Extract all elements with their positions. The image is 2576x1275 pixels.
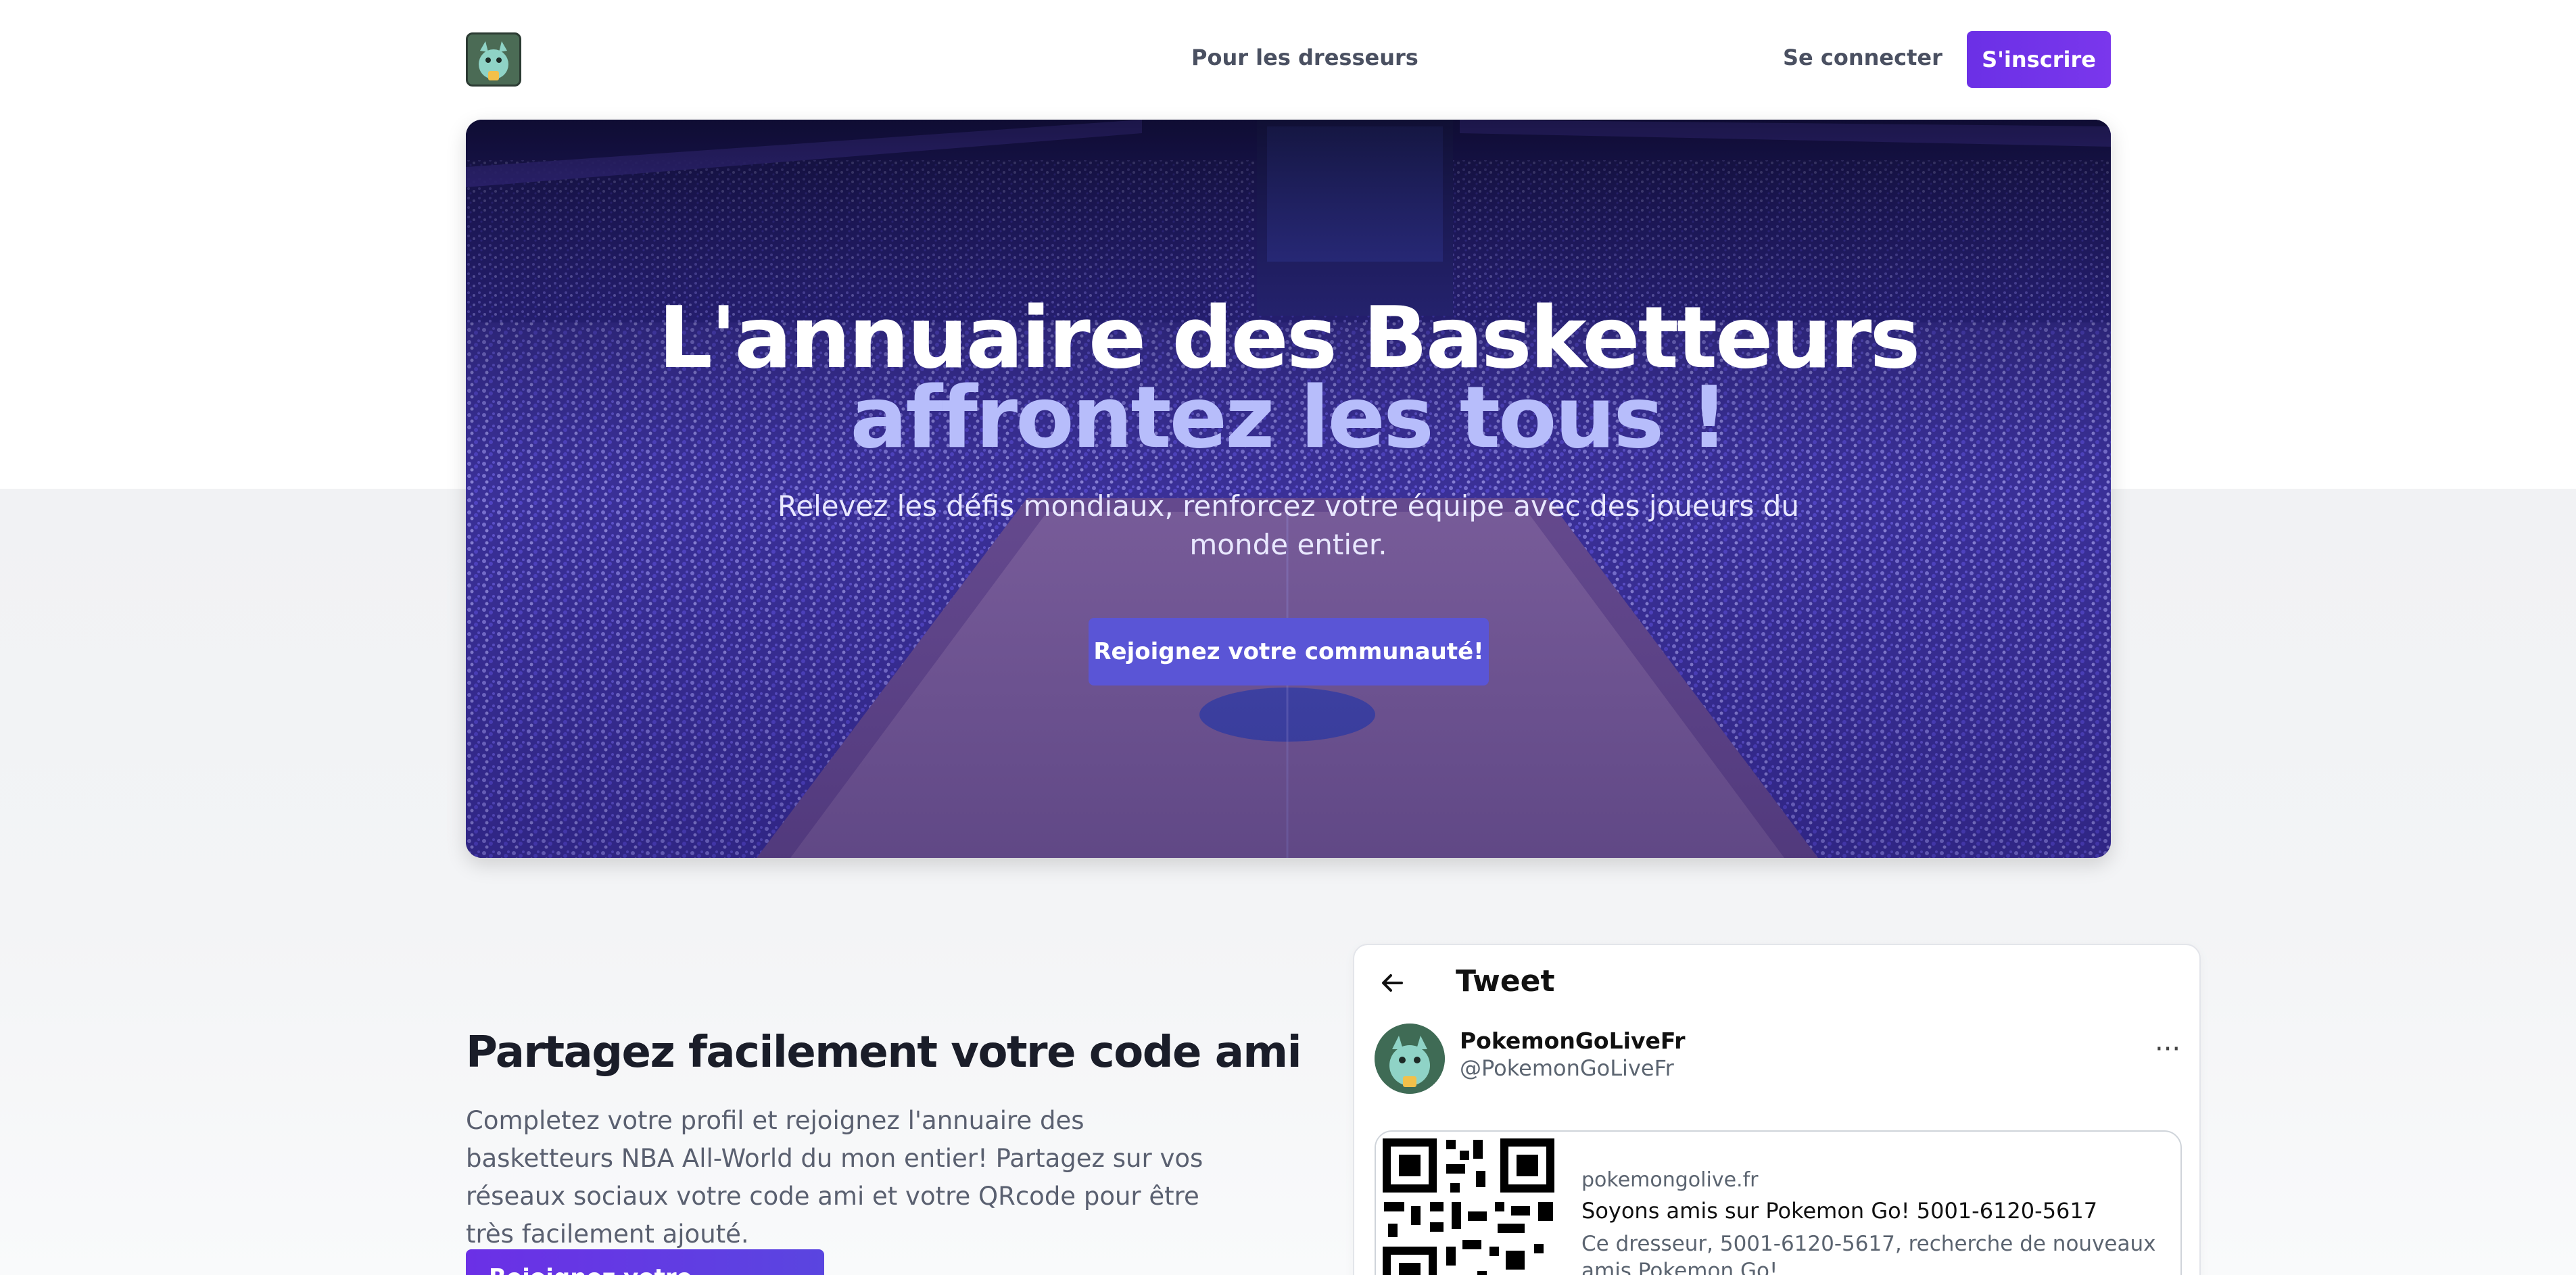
qr-code-image: [1376, 1132, 1561, 1275]
avatar[interactable]: [1375, 1024, 1445, 1094]
nav-link-trainers[interactable]: Pour les dresseurs: [1191, 45, 1418, 70]
hero-subtitle: Relevez les défis mondiaux, renforcez vo…: [777, 489, 1800, 561]
tweet-heading: Tweet: [1456, 964, 1555, 999]
logo-icon[interactable]: [466, 32, 521, 87]
share-join-button[interactable]: Rejoignez votre communauté!: [466, 1249, 824, 1275]
tweet-card: Tweet PokemonGoLiveFr @PokemonGoLiveFr ·…: [1353, 944, 2201, 1275]
hero-banner: L'annuaire des Basketteurs affrontez les…: [466, 120, 2111, 858]
share-section-title: Partagez facilement votre code ami: [466, 1028, 1302, 1078]
tweet-author-name[interactable]: PokemonGoLiveFr: [1460, 1028, 1686, 1054]
login-link[interactable]: Se connecter: [1783, 45, 1942, 70]
link-preview-card[interactable]: pokemongolive.fr Soyons amis sur Pokemon…: [1375, 1130, 2182, 1275]
page: Pour les dresseurs Se connecter S'inscri…: [0, 0, 2576, 1275]
hero-join-button[interactable]: Rejoignez votre communauté!: [1089, 618, 1489, 685]
more-options-icon[interactable]: ···: [2155, 1036, 2180, 1063]
link-domain: pokemongolive.fr: [1581, 1168, 1759, 1192]
signup-button[interactable]: S'inscrire: [1967, 31, 2111, 88]
tweet-author-handle[interactable]: @PokemonGoLiveFr: [1460, 1055, 1674, 1081]
link-title: Soyons amis sur Pokemon Go! 5001-6120-56…: [1581, 1198, 2098, 1224]
link-description: Ce dresseur, 5001-6120-5617, recherche d…: [1581, 1232, 2156, 1275]
hero-title-line2: affrontez les tous !: [850, 368, 1728, 467]
top-nav: Pour les dresseurs Se connecter S'inscri…: [0, 0, 2576, 119]
share-section-text: Completez votre profil et rejoignez l'an…: [466, 1106, 1203, 1249]
back-arrow-icon[interactable]: [1379, 969, 1406, 996]
